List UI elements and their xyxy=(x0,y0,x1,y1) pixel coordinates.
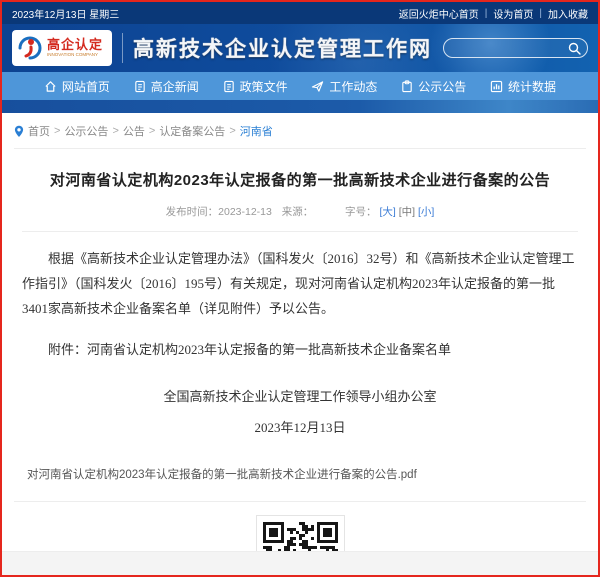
breadcrumb-item-notice[interactable]: 公告 xyxy=(123,123,145,139)
send-icon xyxy=(311,80,324,93)
location-pin-icon xyxy=(14,125,24,138)
topbar: 2023年12月13日 星期三 返回火炬中心首页 | 设为首页 | 加入收藏 xyxy=(2,2,598,24)
breadcrumb-separator: > xyxy=(112,125,118,137)
logo-icon xyxy=(16,34,44,62)
topbar-link-add-favorite[interactable]: 加入收藏 xyxy=(548,6,588,21)
qr-code xyxy=(256,515,345,551)
breadcrumb-separator: > xyxy=(229,125,235,137)
attachment-line: 附件：河南省认定机构2023年认定报备的第一批高新技术企业备案名单 xyxy=(22,337,578,362)
breadcrumb-item-filing-notice[interactable]: 认定备案公告 xyxy=(159,123,225,139)
site-logo[interactable]: 高企认定 INNOVATION COMPANY xyxy=(12,30,112,66)
logo-title: 高企认定 xyxy=(47,38,104,51)
nav-label: 工作动态 xyxy=(329,78,377,95)
font-size-small-button[interactable]: [小] xyxy=(418,206,434,218)
article-body: 根据《高新技术企业认定管理办法》（国科发火〔2016〕32号）和《高新技术企业认… xyxy=(22,246,578,440)
logo-text: 高企认定 INNOVATION COMPANY xyxy=(47,38,104,58)
nav-item-home[interactable]: 网站首页 xyxy=(44,78,110,95)
site-title: 高新技术企业认定管理工作网 xyxy=(133,33,432,63)
chart-icon xyxy=(490,80,503,93)
attachment-pdf-link[interactable]: 对河南省认定机构2023年认定报备的第一批高新技术企业进行备案的公告.pdf xyxy=(27,466,417,482)
topbar-link-set-homepage[interactable]: 设为首页 xyxy=(493,6,533,21)
nav-item-statistics[interactable]: 统计数据 xyxy=(490,78,556,95)
site-header: 高企认定 INNOVATION COMPANY 高新技术企业认定管理工作网 xyxy=(2,24,598,72)
source-label: 来源： xyxy=(282,206,314,218)
nav-label: 高企新闻 xyxy=(151,78,199,95)
topbar-separator: | xyxy=(485,8,488,19)
topbar-date: 2023年12月13日 星期三 xyxy=(12,6,119,21)
header-divider xyxy=(122,33,123,63)
search-input[interactable] xyxy=(450,43,568,54)
news-icon xyxy=(134,80,146,93)
article-title: 对河南省认定机构2023年认定报备的第一批高新技术企业进行备案的公告 xyxy=(22,169,578,190)
nav-item-policy[interactable]: 政策文件 xyxy=(223,78,288,95)
article-meta: 发布时间：2023-12-13 来源： 字号： [大] [中] [小] xyxy=(22,204,578,232)
logo-subtitle: INNOVATION COMPANY xyxy=(47,53,98,58)
search-icon xyxy=(568,42,581,55)
fontsize-label: 字号： xyxy=(345,206,377,218)
publish-date: 2023-12-13 xyxy=(218,206,272,218)
font-size-large-button[interactable]: [大] xyxy=(379,206,395,218)
topbar-links: 返回火炬中心首页 | 设为首页 | 加入收藏 xyxy=(399,6,588,21)
nav-label: 网站首页 xyxy=(62,78,110,95)
qr-section: 扫一扫在手机打开当前页 xyxy=(22,515,578,551)
header-bottom-strip xyxy=(2,100,598,113)
policy-icon xyxy=(223,80,235,93)
nav-item-announcements[interactable]: 公示公告 xyxy=(401,78,466,95)
nav-label: 政策文件 xyxy=(240,78,288,95)
search-button[interactable] xyxy=(568,42,581,55)
signature-date: 2023年12月13日 xyxy=(22,415,578,440)
clipboard-icon xyxy=(401,80,413,93)
nav-label: 公示公告 xyxy=(418,78,466,95)
nav-item-work[interactable]: 工作动态 xyxy=(311,78,377,95)
breadcrumb-separator: > xyxy=(54,125,60,137)
search-box xyxy=(443,38,588,58)
main-nav: 网站首页 高企新闻 政策文件 工作动态 公示公告 统计数据 xyxy=(2,72,598,100)
font-size-medium-button[interactable]: [中] xyxy=(399,206,415,218)
breadcrumb-separator: > xyxy=(149,125,155,137)
breadcrumb-item-announcements[interactable]: 公示公告 xyxy=(64,123,108,139)
breadcrumb-item-henan[interactable]: 河南省 xyxy=(240,123,273,139)
content: 首页 > 公示公告 > 公告 > 认定备案公告 > 河南省 对河南省认定机构20… xyxy=(2,113,598,551)
breadcrumb-item-home[interactable]: 首页 xyxy=(28,123,50,139)
nav-item-news[interactable]: 高企新闻 xyxy=(134,78,199,95)
page: 2023年12月13日 星期三 返回火炬中心首页 | 设为首页 | 加入收藏 高… xyxy=(0,0,600,577)
signature-organization: 全国高新技术企业认定管理工作领导小组办公室 xyxy=(22,384,578,409)
home-icon xyxy=(44,80,57,93)
article-paragraph: 根据《高新技术企业认定管理办法》（国科发火〔2016〕32号）和《高新技术企业认… xyxy=(22,246,578,321)
nav-label: 统计数据 xyxy=(508,78,556,95)
publish-time-label: 发布时间： xyxy=(166,206,219,218)
breadcrumb: 首页 > 公示公告 > 公告 > 认定备案公告 > 河南省 xyxy=(14,113,586,149)
topbar-separator: | xyxy=(539,8,542,19)
topbar-link-torch-home[interactable]: 返回火炬中心首页 xyxy=(399,6,479,21)
content-divider xyxy=(14,501,586,502)
footer xyxy=(2,551,598,575)
